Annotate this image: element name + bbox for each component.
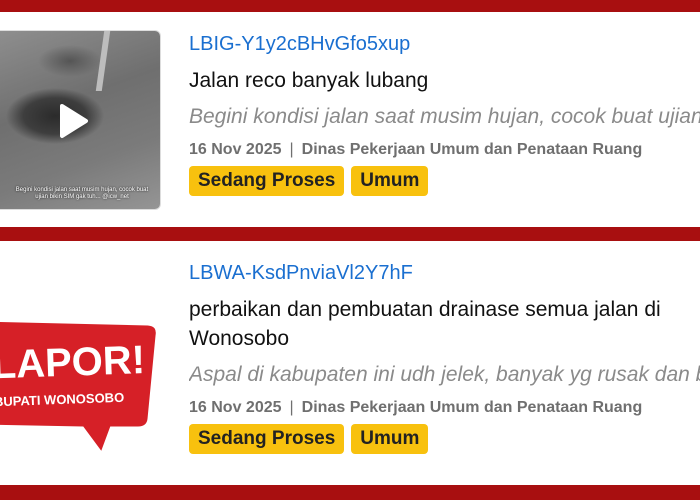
report-content: LBIG-Y1y2cBHvGfo5xup Jalan reco banyak l… xyxy=(189,32,700,196)
report-badges: Sedang Proses Umum xyxy=(189,424,700,454)
report-title[interactable]: Jalan reco banyak lubang xyxy=(189,66,700,95)
report-agency: Dinas Pekerjaan Umum dan Penataan Ruang xyxy=(301,141,643,158)
meta-separator: | xyxy=(289,399,294,416)
report-description: Begini kondisi jalan saat musim hujan, c… xyxy=(189,105,700,128)
category-badge: Umum xyxy=(351,166,429,196)
logo-main-text: LAPOR! xyxy=(0,338,146,387)
report-code-link[interactable]: LBIG-Y1y2cBHvGfo5xup xyxy=(189,32,700,56)
report-date: 16 Nov 2025 xyxy=(189,141,282,158)
thumbnail-caption: Begini kondisi jalan saat musim hujan, c… xyxy=(15,187,149,200)
meta-separator: | xyxy=(289,141,294,158)
report-card[interactable]: LAPOR! BUPATI WONOSOBO LBWA-KsdPnviaVl2Y… xyxy=(0,241,700,485)
report-title[interactable]: perbaikan dan pembuatan drainase semua j… xyxy=(189,295,694,353)
report-thumbnail[interactable]: LAPOR! BUPATI WONOSOBO xyxy=(0,271,170,461)
status-badge: Sedang Proses xyxy=(189,166,345,196)
report-date: 16 Nov 2025 xyxy=(189,399,282,416)
status-badge: Sedang Proses xyxy=(189,424,345,454)
report-meta: 16 Nov 2025 | Dinas Pekerjaan Umum dan Pen… xyxy=(189,141,700,159)
report-card[interactable]: Begini kondisi jalan saat musim hujan, c… xyxy=(0,12,700,227)
play-icon[interactable] xyxy=(54,103,90,139)
category-badge: Umum xyxy=(351,424,429,454)
report-description: Aspal di kabupaten ini udh jelek, banyak… xyxy=(189,363,700,386)
report-badges: Sedang Proses Umum xyxy=(189,166,700,196)
report-video-thumbnail[interactable]: Begini kondisi jalan saat musim hujan, c… xyxy=(0,30,161,210)
report-content: LBWA-KsdPnviaVl2Y7hF perbaikan dan pembu… xyxy=(189,261,700,454)
report-meta: 16 Nov 2025 | Dinas Pekerjaan Umum dan Pen… xyxy=(189,399,700,417)
lapor-logo: LAPOR! BUPATI WONOSOBO xyxy=(0,316,161,461)
report-code-link[interactable]: LBWA-KsdPnviaVl2Y7hF xyxy=(189,261,700,285)
report-agency: Dinas Pekerjaan Umum dan Penataan Ruang xyxy=(301,399,643,416)
